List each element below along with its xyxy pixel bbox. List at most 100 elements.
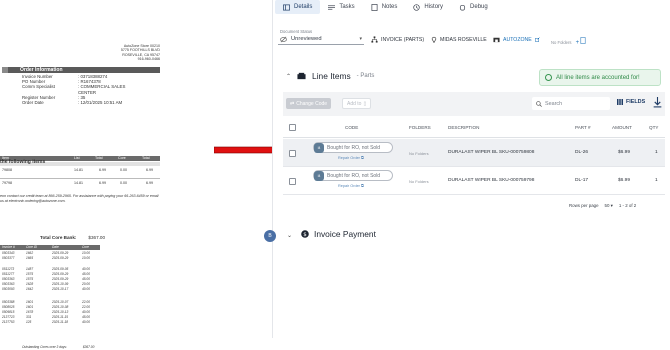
accounted-banner: All line items are accounted for! xyxy=(539,69,661,86)
collapse-chevron-icon[interactable]: ⌃ xyxy=(286,73,291,80)
svg-text:$: $ xyxy=(303,232,307,238)
col-header-folders[interactable]: FOLDERS xyxy=(409,125,431,130)
add-folder-icon[interactable]: + xyxy=(576,40,580,46)
folders-cell: No Folders xyxy=(409,151,429,156)
qty-cell: 1 xyxy=(655,178,658,183)
tab-notes[interactable]: Notes xyxy=(363,0,406,14)
repair-order-link[interactable]: Repair Order ⧉ xyxy=(338,156,364,160)
col-header-description[interactable]: DESCRIPTION xyxy=(448,125,479,130)
core-cell: 2137723 xyxy=(2,315,15,319)
line-items-toolbar: ⇄ Change Code Add to ▯ Search FIELDS xyxy=(283,92,665,116)
document-icon: ▯ xyxy=(363,100,367,107)
core-cell: 22.00 xyxy=(82,305,90,309)
core-cell: 2025-09-05 xyxy=(52,267,69,271)
check-circle-icon xyxy=(545,74,552,81)
core-cell: 0503377 xyxy=(2,256,15,260)
store-address: AutoZone Store 00210 5775 FOOTHILLS BLVD… xyxy=(121,44,160,62)
core-cell: 0511277 xyxy=(2,272,15,276)
invoice-payment-header[interactable]: $ Invoice Payment xyxy=(301,229,376,239)
core-cell: 331 xyxy=(26,315,32,319)
eye-off-icon xyxy=(280,36,287,42)
select-all-checkbox[interactable] xyxy=(289,124,296,131)
core-cell: 1601 xyxy=(26,300,34,304)
rows-per-page-select[interactable]: 50 ▾ xyxy=(605,203,613,209)
core-cell: 0503343 xyxy=(2,251,15,255)
fields-button[interactable]: FIELDS xyxy=(617,99,645,105)
qty-cell: 1 xyxy=(655,150,658,155)
tasks-icon xyxy=(328,4,336,10)
vendor[interactable]: AUTOZONE xyxy=(493,36,540,43)
col-header-code[interactable]: CODE xyxy=(345,125,358,130)
tab-debug[interactable]: Debug xyxy=(451,0,496,14)
columns-icon xyxy=(617,99,623,105)
core-cell: 2025-09-29 xyxy=(52,277,69,281)
folder-doc-icon[interactable] xyxy=(580,37,586,44)
table-row[interactable]: I4 Bought for RO, not Sold Repair Order … xyxy=(283,139,665,167)
col-header: List xyxy=(74,156,80,160)
history-icon xyxy=(413,3,421,11)
col-header-qty[interactable]: QTY xyxy=(649,125,658,130)
tab-label: History xyxy=(424,4,444,10)
core-cell: 0503363 xyxy=(2,282,15,286)
document-status-select[interactable]: Unreviewed ▾ xyxy=(278,34,364,45)
col-header: Invoice # xyxy=(2,245,15,249)
change-code-button[interactable]: ⇄ Change Code xyxy=(286,98,332,109)
code-label: Bought for RO, not Sold xyxy=(327,172,381,179)
cell: 6.99 xyxy=(146,168,153,172)
tab-bar: Details Tasks Notes History Debug xyxy=(275,0,496,14)
core-cell: 45.00 xyxy=(82,315,90,319)
outstanding-cores: Outstanding Cores over 3 days: $367.00 xyxy=(22,345,94,350)
row-checkbox[interactable] xyxy=(289,178,296,185)
invoice-payment-section[interactable]: B ⌄ $ Invoice Payment xyxy=(264,228,670,242)
core-row: 0511277 1575 2025-09-29 45.00 xyxy=(0,272,100,276)
tab-label: Tasks xyxy=(339,4,355,10)
code-chip[interactable]: I4 Bought for RO, not Sold xyxy=(313,142,393,153)
col-header-part[interactable]: PART # xyxy=(575,125,591,130)
col-header: Core xyxy=(118,156,126,160)
core-cell: 0508025 xyxy=(2,305,15,309)
core-cell: 40.00 xyxy=(82,267,90,271)
code-chip[interactable]: I4 Bought for RO, not Sold xyxy=(313,170,393,181)
tab-details[interactable]: Details xyxy=(275,0,321,14)
document-preview-panel: AutoZone Store 00210 5775 FOOTHILLS BLVD… xyxy=(0,0,180,349)
part-cell: DL-17 xyxy=(575,178,589,183)
tab-label: Notes xyxy=(381,4,398,10)
sitemap-icon xyxy=(371,36,378,43)
invoice-type-label: INVOICE (PARTS) xyxy=(381,36,425,43)
col-header: Total xyxy=(142,156,150,160)
core-cell: 40.00 xyxy=(82,320,90,324)
line-items-header[interactable]: ⌃ Line Items - Parts xyxy=(286,71,374,81)
external-link-icon[interactable] xyxy=(534,37,540,42)
cart-icon xyxy=(297,72,306,80)
cell: 79798 xyxy=(2,181,12,185)
dropdown-arrow-icon: ▾ xyxy=(359,36,362,42)
tab-history[interactable]: History xyxy=(405,0,451,14)
core-total-value: $367.00 xyxy=(88,235,106,240)
core-cell: 2025-11-15 xyxy=(52,315,69,319)
core-row: 0503363 1628 2025-10-09 20.00 xyxy=(0,282,100,286)
order-information-title: Order Information xyxy=(20,67,63,73)
download-icon[interactable] xyxy=(653,97,662,108)
tab-tasks[interactable]: Tasks xyxy=(320,0,362,14)
vendor-link[interactable]: AUTOZONE xyxy=(503,37,532,43)
table-row[interactable]: I4 Bought for RO, not Sold Repair Order … xyxy=(283,167,665,195)
core-row: 2137723 331 2025-11-15 45.00 xyxy=(0,315,100,319)
search-input[interactable]: Search xyxy=(532,97,610,110)
line-items-title: Line Items xyxy=(312,71,351,81)
col-header-amount[interactable]: AMOUNT xyxy=(612,125,632,130)
core-cell: 1575 xyxy=(26,272,34,276)
code-icon: ⇄ xyxy=(290,100,295,107)
repair-order-link[interactable]: Repair Order ⧉ xyxy=(338,184,364,188)
add-to-button[interactable]: Add to ▯ xyxy=(342,98,372,109)
core-cell: 1642 xyxy=(26,287,34,291)
col-header: Core xyxy=(82,245,89,249)
core-cell: 1665 xyxy=(26,256,34,260)
core-row: 0503388 1601 2025-10-07 22.00 xyxy=(0,300,100,304)
cell: 6.99 xyxy=(146,181,153,185)
doc-table-row: 79798 14.81 6.99 0.00 6.99 xyxy=(0,181,160,186)
expand-chevron-icon[interactable]: ⌄ xyxy=(287,232,292,239)
row-checkbox[interactable] xyxy=(289,150,296,157)
core-cell: 1628 xyxy=(26,282,34,286)
core-row: 0503363 1575 2025-09-29 45.00 xyxy=(0,277,100,281)
order-information-heading: Order Information xyxy=(2,67,160,73)
